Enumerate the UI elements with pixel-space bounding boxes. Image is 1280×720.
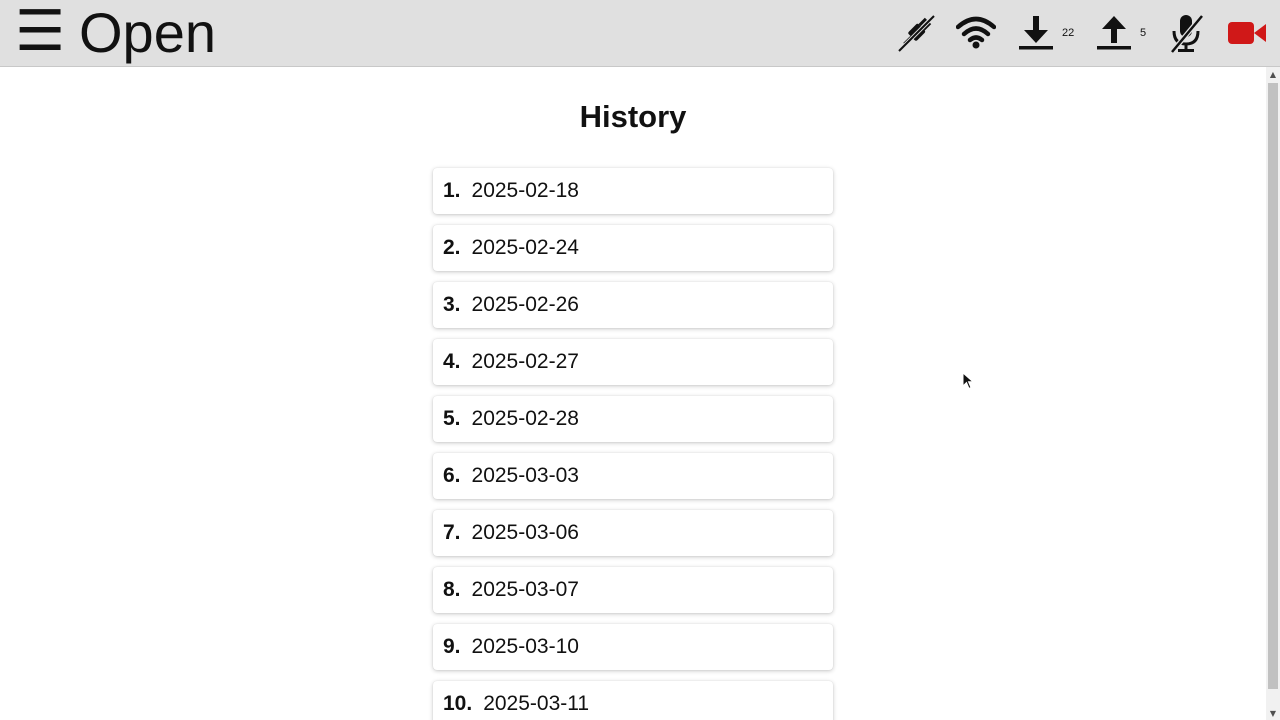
history-item[interactable]: 9. 2025-03-10: [433, 624, 833, 670]
history-item[interactable]: 6. 2025-03-03: [433, 453, 833, 499]
item-number: 10.: [443, 692, 473, 715]
scrollbar-thumb[interactable]: [1268, 83, 1278, 689]
history-heading: History: [579, 99, 687, 134]
vertical-scrollbar[interactable]: ▲ ▼: [1266, 67, 1280, 720]
item-date: 2025-03-11: [483, 692, 590, 715]
scroll-down-arrow-icon[interactable]: ▼: [1266, 706, 1280, 720]
microphone-muted-icon[interactable]: [1169, 12, 1205, 54]
item-number: 9.: [443, 635, 461, 658]
item-date: 2025-02-24: [471, 236, 579, 259]
item-number: 6.: [443, 464, 461, 487]
download-count: 22: [1062, 27, 1075, 39]
item-number: 5.: [443, 407, 461, 430]
history-item[interactable]: 2. 2025-02-24: [433, 225, 833, 271]
history-item[interactable]: 7. 2025-03-06: [433, 510, 833, 556]
item-number: 2.: [443, 236, 461, 259]
history-list: 1. 2025-02-18 2. 2025-02-24 3. 2025-02-2…: [433, 168, 833, 720]
history-item[interactable]: 8. 2025-03-07: [433, 567, 833, 613]
wifi-icon[interactable]: [956, 14, 996, 50]
item-date: 2025-03-06: [471, 521, 579, 544]
menu-icon[interactable]: ☰: [15, 4, 65, 60]
history-item[interactable]: 4. 2025-02-27: [433, 339, 833, 385]
main-content: History 1. 2025-02-18 2. 2025-02-24 3. 2…: [0, 67, 1266, 720]
download-icon[interactable]: [1018, 14, 1054, 52]
top-bar: ☰ Open 22 5: [0, 0, 1280, 67]
page-title[interactable]: Open: [79, 3, 216, 63]
history-item[interactable]: 3. 2025-02-26: [433, 282, 833, 328]
item-date: 2025-03-10: [471, 635, 579, 658]
history-item[interactable]: 1. 2025-02-18: [433, 168, 833, 214]
item-number: 1.: [443, 179, 461, 202]
upload-count: 5: [1140, 27, 1147, 39]
item-date: 2025-03-03: [471, 464, 579, 487]
item-date: 2025-02-18: [471, 179, 579, 202]
item-number: 8.: [443, 578, 461, 601]
history-item[interactable]: 5. 2025-02-28: [433, 396, 833, 442]
plug-disconnected-icon[interactable]: [896, 13, 936, 53]
upload-icon[interactable]: [1096, 14, 1132, 52]
item-date: 2025-02-26: [471, 293, 579, 316]
history-item[interactable]: 10. 2025-03-11: [433, 681, 833, 720]
item-date: 2025-02-27: [471, 350, 579, 373]
item-number: 7.: [443, 521, 461, 544]
scroll-up-arrow-icon[interactable]: ▲: [1266, 67, 1280, 81]
item-number: 4.: [443, 350, 461, 373]
item-date: 2025-02-28: [471, 407, 579, 430]
video-camera-icon[interactable]: [1227, 21, 1267, 45]
item-number: 3.: [443, 293, 461, 316]
mouse-cursor-icon: [962, 371, 975, 390]
item-date: 2025-03-07: [471, 578, 579, 601]
